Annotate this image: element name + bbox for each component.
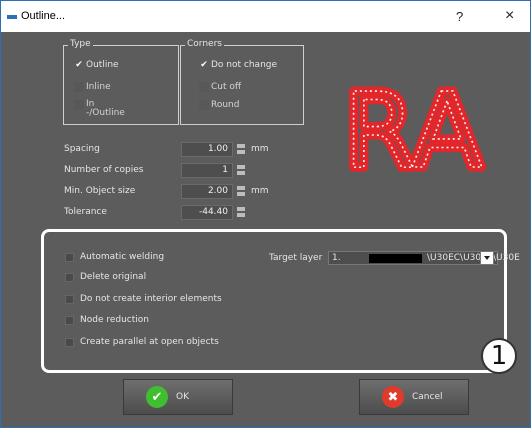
- checkbox-icon: [65, 294, 74, 304]
- check-icon: ✔: [200, 60, 208, 70]
- automatic-welding-label: Automatic welding: [80, 252, 165, 262]
- spacing-unit: mm: [251, 144, 269, 154]
- dialog-body: Type ✔ Outline Inline In -/Outline Corne…: [0, 32, 531, 428]
- cancel-label: Cancel: [412, 392, 443, 402]
- min-size-stepper-icon[interactable]: [236, 185, 246, 197]
- window-title: Outline...: [21, 10, 66, 22]
- ok-button[interactable]: ✔ OK: [123, 379, 233, 415]
- spacing-input[interactable]: 1.00: [181, 142, 233, 157]
- layer-color-swatch: [369, 254, 422, 263]
- cancel-x-icon: ✖: [382, 386, 404, 408]
- corners-group: Corners ✔ Do not change Cut off Round: [180, 39, 304, 125]
- type-option-in-outline[interactable]: In -/Outline: [74, 100, 125, 118]
- target-layer-select[interactable]: 1. \U30EC\U30A4\U30E: [328, 251, 520, 265]
- callout-number: 1: [481, 338, 517, 374]
- app-icon: [7, 15, 17, 19]
- chevron-down-icon[interactable]: [480, 251, 494, 265]
- spacing-label: Spacing: [64, 144, 100, 154]
- preview-dotted-text: RA: [343, 71, 482, 181]
- checkmark-icon: ✔: [146, 386, 168, 408]
- target-layer-label: Target layer: [269, 253, 323, 263]
- check-icon: ✔: [75, 60, 83, 70]
- tolerance-stepper-icon[interactable]: [236, 206, 246, 218]
- type-option-inline[interactable]: Inline: [74, 82, 111, 92]
- checkbox-icon: [65, 252, 74, 262]
- node-reduction-checkbox[interactable]: Node reduction: [65, 315, 149, 325]
- type-option-outline-label: Outline: [86, 60, 119, 70]
- outline-preview: RA RA: [339, 71, 487, 181]
- layer-name: \U30EC\U30A4\U30E: [427, 253, 520, 263]
- help-button[interactable]: ?: [456, 9, 463, 24]
- no-interior-label: Do not create interior elements: [80, 294, 222, 304]
- ok-label: OK: [176, 392, 189, 402]
- no-interior-checkbox[interactable]: Do not create interior elements: [65, 294, 222, 304]
- tolerance-label: Tolerance: [64, 207, 107, 217]
- type-option-outline[interactable]: ✔ Outline: [74, 60, 119, 70]
- checkbox-icon: [65, 337, 74, 347]
- corners-option-round[interactable]: Round: [199, 100, 239, 110]
- checkbox-icon: [65, 272, 74, 282]
- close-button[interactable]: ×: [505, 7, 514, 25]
- type-group: Type ✔ Outline Inline In -/Outline: [63, 39, 179, 125]
- min-size-label: Min. Object size: [64, 186, 136, 196]
- title-bar: Outline... ? ×: [0, 0, 531, 32]
- parallel-open-label: Create parallel at open objects: [80, 337, 219, 347]
- min-size-unit: mm: [251, 186, 269, 196]
- node-reduction-label: Node reduction: [80, 315, 149, 325]
- unchecked-icon: [74, 100, 84, 110]
- delete-original-label: Delete original: [80, 272, 147, 282]
- type-option-inline-label: Inline: [86, 82, 111, 92]
- corners-option-no-change[interactable]: ✔ Do not change: [199, 60, 277, 70]
- corners-option-cut-off[interactable]: Cut off: [199, 82, 241, 92]
- copies-stepper-icon[interactable]: [236, 164, 246, 176]
- automatic-welding-checkbox[interactable]: Automatic welding: [65, 252, 164, 262]
- corners-option-no-change-label: Do not change: [211, 60, 278, 70]
- checkbox-icon: [65, 315, 74, 325]
- corners-option-cut-off-label: Cut off: [211, 82, 242, 92]
- unchecked-icon: [199, 82, 209, 92]
- cancel-button[interactable]: ✖ Cancel: [359, 379, 469, 415]
- copies-label: Number of copies: [64, 165, 144, 175]
- corners-legend: Corners: [185, 39, 224, 49]
- unchecked-icon: [199, 100, 209, 110]
- type-legend: Type: [68, 39, 93, 49]
- delete-original-checkbox[interactable]: Delete original: [65, 272, 146, 282]
- parallel-open-checkbox[interactable]: Create parallel at open objects: [65, 337, 219, 347]
- copies-input[interactable]: 1: [181, 163, 233, 178]
- spacing-stepper-icon[interactable]: [236, 143, 246, 155]
- corners-option-round-label: Round: [211, 100, 240, 110]
- layer-number: 1.: [332, 253, 341, 263]
- type-option-outline2-label: -/Outline: [86, 108, 125, 118]
- min-size-input[interactable]: 2.00: [181, 184, 233, 199]
- unchecked-icon: [74, 82, 84, 92]
- tolerance-input[interactable]: -44.40: [181, 205, 233, 220]
